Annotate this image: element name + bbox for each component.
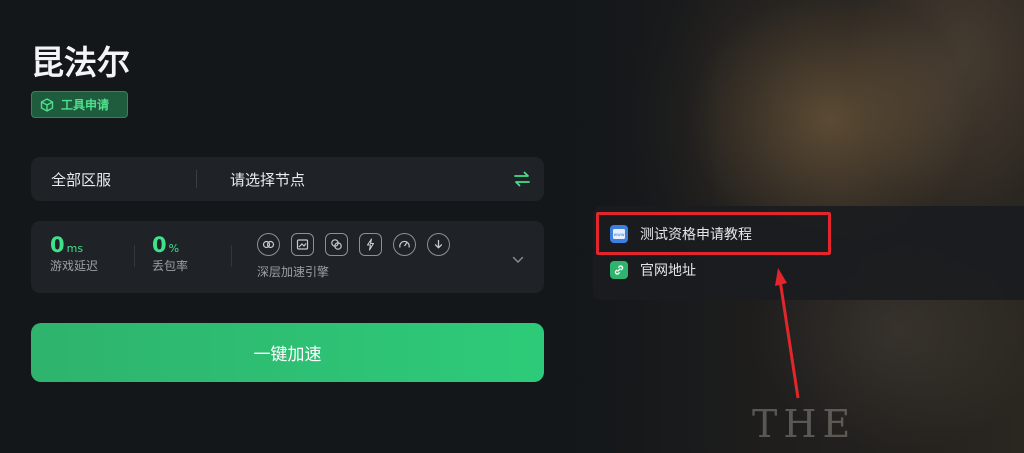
gauge-icon — [393, 233, 416, 256]
link-icon — [257, 233, 280, 256]
lightning-icon — [359, 233, 382, 256]
annotation-highlight-box — [596, 212, 831, 255]
link-icon — [610, 261, 628, 279]
latency-value: 0 — [50, 233, 65, 257]
overlap-icon — [325, 233, 348, 256]
latency-unit: ms — [66, 242, 84, 255]
one-click-boost-button[interactable]: 一键加速 — [31, 323, 544, 382]
packet-loss-label: 丢包率 — [152, 259, 189, 273]
download-icon — [427, 233, 450, 256]
latency-stat: 0 ms 游戏延迟 — [50, 233, 98, 274]
divider — [231, 245, 232, 267]
packet-loss-unit: % — [168, 242, 180, 255]
chevron-down-icon[interactable] — [512, 249, 524, 268]
official-website-link[interactable]: 官网地址 — [610, 260, 696, 280]
latency-label: 游戏延迟 — [50, 259, 99, 273]
cube-icon — [40, 97, 54, 112]
region-all-servers[interactable]: 全部区服 — [31, 169, 196, 190]
engine-feature-icons — [257, 233, 450, 256]
server-node-selector: 全部区服 请选择节点 — [31, 157, 544, 201]
game-title: 昆法尔 — [31, 43, 130, 82]
swap-icon[interactable] — [500, 171, 544, 187]
annotation-arrow — [775, 268, 800, 399]
packet-loss-stat: 0% 丢包率 — [152, 233, 188, 274]
image-icon — [291, 233, 314, 256]
official-website-label: 官网地址 — [640, 263, 696, 279]
acceleration-stats: 0 ms 游戏延迟 0% 丢包率 深层加速引擎 — [31, 221, 544, 293]
engine-label: 深层加速引擎 — [257, 265, 330, 279]
tool-badge-label: 工具申请 — [61, 98, 110, 112]
artwork-watermark: THE — [752, 402, 857, 446]
packet-loss-value: 0 — [152, 233, 167, 257]
node-select[interactable]: 请选择节点 — [197, 169, 500, 190]
tool-application-badge[interactable]: 工具申请 — [31, 91, 128, 118]
divider — [134, 245, 135, 267]
